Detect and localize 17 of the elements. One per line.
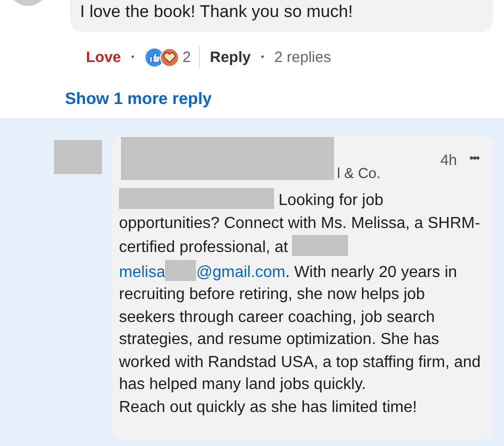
comment-text: I love the book! Thank you so much! — [70, 0, 493, 32]
reply-text: Looking for job opportunities? Connect with Ms. Melissa, a SHRM-certified professional, at melisa @gmail.com. With nearly 20 years in recruiting before retiring, she now helps job seekers through career coaching, job search strategies, and resume optimization. She has worked with Randstad USA, a top staffing firm, and has helped many land jobs quickly. — [119, 188, 485, 396]
redacted-avatar[interactable] — [54, 140, 102, 174]
redaction-bar — [165, 260, 196, 280]
love-reaction-button[interactable]: Love — [86, 48, 122, 66]
show-more-link[interactable]: Show 1 more reply — [65, 90, 504, 109]
reply-text: Reach out quickly as she has limited time! — [119, 398, 418, 418]
reply-button[interactable]: Reply — [210, 48, 251, 66]
redaction-bar — [292, 235, 348, 256]
separator: • — [131, 52, 135, 62]
separator: • — [260, 52, 264, 62]
more-menu-button[interactable]: ••• — [469, 151, 479, 165]
timestamp: 4h — [440, 152, 457, 169]
email-link[interactable]: melisa @gmail.com — [119, 264, 286, 280]
reaction-count[interactable]: 2 — [182, 48, 191, 66]
replies-link[interactable]: 2 replies — [274, 48, 331, 66]
author-headline: l & Co. — [337, 166, 381, 182]
